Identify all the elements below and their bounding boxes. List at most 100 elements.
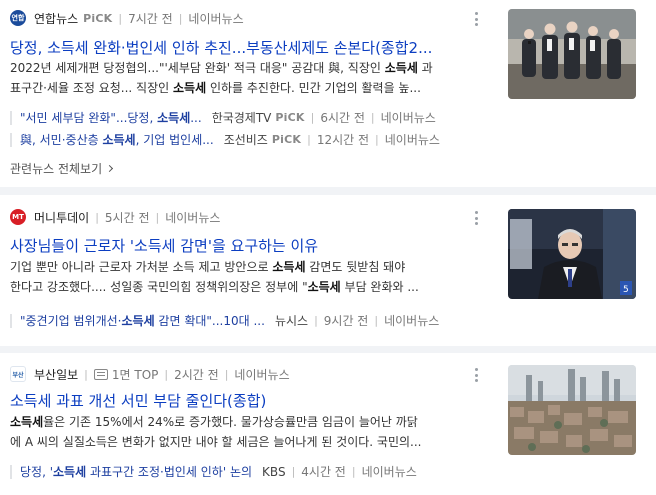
news-source-row: 연합 연합뉴스 PiCK | 7시간 전 | 네이버뉴스 (10, 9, 244, 27)
keyword-highlight: 소득세 (53, 465, 87, 479)
news-time: 9시간 전 (323, 314, 369, 328)
desc-text: 인하를 추진한다. 민간 기업의 활력을 높... (206, 81, 421, 95)
divider: | (375, 133, 379, 146)
divider: | (84, 367, 88, 381)
news-thumbnail[interactable] (508, 9, 636, 99)
desc-text: 표구간·세율 조정 요청... 직장인 (10, 81, 173, 95)
naver-news-link[interactable]: 네이버뉴스 (384, 312, 439, 329)
related-all-label: 관련뉴스 전체보기 (10, 162, 103, 176)
desc-text: 과 (417, 61, 433, 75)
news-time: 7시간 전 (128, 11, 173, 26)
more-options-icon[interactable] (474, 211, 478, 225)
more-options-icon[interactable] (474, 12, 478, 26)
desc-text: 율은 기존 15%에서 24%로 증가했다. 물가상승률만큼 임금이 늘어난 까… (43, 415, 418, 429)
divider: | (95, 210, 99, 224)
naver-news-link[interactable]: 네이버뉴스 (165, 209, 220, 226)
related-news-item[interactable]: "중견기업 범위개선·소득세 감면 확대"...10대 ... 뉴시스 | 9시… (10, 311, 480, 330)
news-title[interactable]: 소득세 과표 개선 서민 부담 줄인다(종합) (10, 390, 480, 411)
naver-news-link[interactable]: 네이버뉴스 (188, 10, 243, 27)
divider: | (178, 11, 183, 25)
related-title[interactable]: "중견기업 범위개선·소득세 감면 확대"...10대 ... (20, 312, 265, 329)
news-item: MT 머니투데이 | 5시간 전 | 네이버뉴스 사장님들이 근로자 '소득세 … (0, 195, 656, 346)
related-bar (10, 313, 12, 328)
news-source-row: 부산 부산일보 | 1면 TOP | 2시간 전 | 네이버뉴스 (10, 365, 290, 383)
related-title-text: "서민 세부담 완화"...당정, (20, 111, 158, 125)
news-time: 12시간 전 (316, 133, 370, 147)
pick-badge: PiCK (83, 11, 113, 25)
related-title-text: ... (190, 111, 202, 125)
news-feed: 연합 연합뉴스 PiCK | 7시간 전 | 네이버뉴스 당정, 소득세 완화·… (0, 0, 656, 495)
desc-text: 한다고 강조했다.... 성일종 국민의힘 정책위의장은 정부에 " (10, 280, 308, 294)
desc-text: 감면도 뒷받침 돼야 (305, 260, 406, 274)
related-title-text: 감면 확대"...10대 ... (154, 314, 265, 328)
related-title-text: 당정, ' (20, 465, 54, 479)
news-thumbnail[interactable]: 5 (508, 209, 636, 299)
related-press[interactable]: 뉴시스 (275, 312, 308, 329)
related-bar (10, 110, 12, 125)
divider: | (291, 465, 296, 478)
related-press[interactable]: 조선비즈 (224, 131, 268, 148)
keyword-highlight: 소득세 (272, 260, 306, 274)
related-press[interactable]: KBS (262, 465, 286, 479)
naver-news-link[interactable]: 네이버뉴스 (234, 366, 289, 383)
related-title-text: 與, 서민·중산층 (20, 133, 103, 147)
related-news-item[interactable]: 與, 서민·중산층 소득세, 기업 법인세... 조선비즈 PiCK | 12시… (10, 130, 480, 149)
desc-text: 기업 뿐만 아니라 근로자 가처분 소득 제고 방안으로 (10, 260, 273, 274)
related-news-item[interactable]: 당정, '소득세 과표구간 조정·법인세 인하' 논의 KBS | 4시간 전 … (10, 462, 480, 481)
chevron-right-icon (106, 164, 114, 173)
press-logo[interactable]: MT (10, 209, 26, 225)
keyword-highlight: 소득세 (307, 280, 341, 294)
press-logo[interactable]: 연합 (10, 10, 26, 26)
news-time: 5시간 전 (104, 210, 150, 225)
divider: | (370, 111, 375, 124)
related-title-text: , 기업 법인세... (135, 133, 214, 147)
press-logo[interactable]: 부산 (10, 366, 26, 382)
news-item: 연합 연합뉴스 PiCK | 7시간 전 | 네이버뉴스 당정, 소득세 완화·… (0, 0, 656, 187)
news-title[interactable]: 당정, 소득세 완화·법인세 인하 추진...부동산세제도 손본다(종합2... (10, 37, 480, 58)
divider: | (155, 210, 160, 224)
related-title-text: 과표구간 조정·법인세 인하' 논의 (86, 465, 253, 479)
news-title[interactable]: 사장님들이 근로자 '소득세 감면'을 요구하는 이유 (10, 235, 480, 256)
news-source-row: MT 머니투데이 | 5시간 전 | 네이버뉴스 (10, 208, 220, 226)
divider: | (374, 314, 379, 327)
pick-badge: PiCK (271, 133, 302, 146)
news-description: 2022년 세제개편 당정협의..."'세부담 완화' 적극 대응" 공감대 與… (10, 58, 482, 98)
keyword-highlight: 소득세 (10, 415, 44, 429)
press-name[interactable]: 연합뉴스 (34, 10, 78, 27)
more-options-icon[interactable] (474, 368, 478, 382)
divider: | (224, 367, 229, 381)
naver-news-link[interactable]: 네이버뉴스 (362, 463, 417, 480)
press-name[interactable]: 머니투데이 (34, 209, 89, 226)
divider: | (164, 367, 169, 381)
section-separator (0, 346, 656, 353)
related-press[interactable]: 한국경제TV (212, 109, 272, 126)
related-title[interactable]: "서민 세부담 완화"...당정, 소득세... (20, 109, 202, 126)
divider: | (351, 465, 356, 478)
keyword-highlight: 소득세 (157, 111, 191, 125)
desc-text: 2022년 세제개편 당정협의..."'세부담 완화' 적극 대응" 공감대 與… (10, 61, 385, 75)
divider: | (307, 133, 311, 146)
related-title[interactable]: 당정, '소득세 과표구간 조정·법인세 인하' 논의 (20, 463, 252, 480)
divider: | (314, 314, 318, 327)
news-time: 2시간 전 (174, 367, 219, 382)
section-separator (0, 187, 656, 195)
naver-news-link[interactable]: 네이버뉴스 (381, 109, 436, 126)
desc-text: 에 A 씨의 실질소득은 변화가 없지만 내야 할 세금은 늘어나게 된 것이다… (10, 435, 422, 449)
news-description: 기업 뿐만 아니라 근로자 가처분 소득 제고 방안으로 소득세 감면도 뒷받침… (10, 257, 482, 297)
related-bar (10, 132, 12, 147)
news-thumbnail[interactable] (508, 365, 636, 455)
related-news-all-link[interactable]: 관련뉴스 전체보기 (10, 160, 114, 177)
news-time: 6시간 전 (320, 111, 365, 125)
news-item: 부산 부산일보 | 1면 TOP | 2시간 전 | 네이버뉴스 소득세 과표 … (0, 353, 656, 495)
related-title[interactable]: 與, 서민·중산층 소득세, 기업 법인세... (20, 131, 214, 148)
keyword-highlight: 소득세 (173, 81, 207, 95)
related-news-item[interactable]: "서민 세부담 완화"...당정, 소득세... 한국경제TV PiCK | 6… (10, 108, 480, 127)
naver-news-link[interactable]: 네이버뉴스 (385, 131, 440, 148)
pick-badge: PiCK (275, 111, 305, 124)
keyword-highlight: 소득세 (102, 133, 136, 147)
divider: | (310, 111, 315, 124)
news-description: 소득세율은 기존 15%에서 24%로 증가했다. 물가상승률만큼 임금이 늘어… (10, 412, 482, 452)
press-name[interactable]: 부산일보 (34, 366, 78, 383)
related-bar (10, 464, 12, 479)
news-time: 4시간 전 (301, 465, 346, 479)
